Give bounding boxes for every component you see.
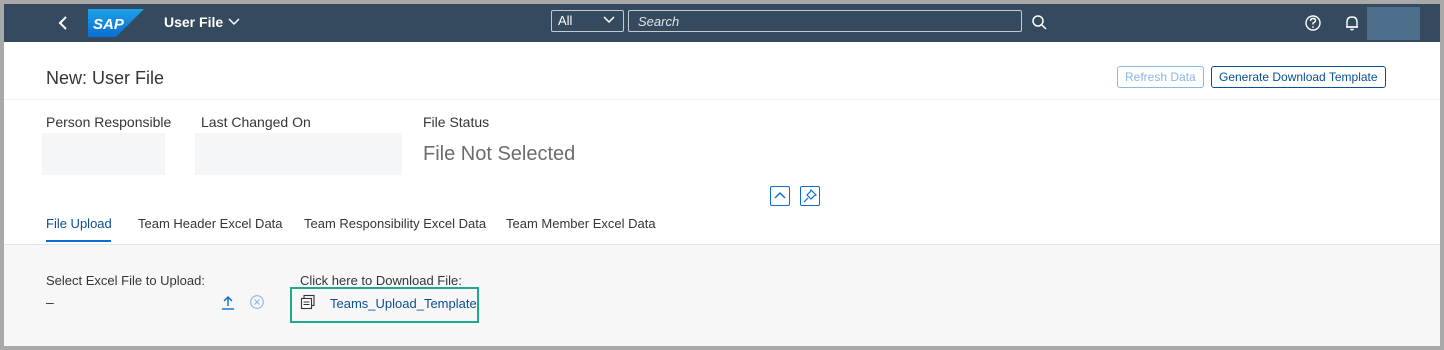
shell-bar: SAP User File All Search bbox=[4, 4, 1440, 42]
clear-icon[interactable] bbox=[249, 294, 265, 310]
select-file-label: Select Excel File to Upload: bbox=[46, 273, 205, 288]
bell-icon[interactable] bbox=[1342, 13, 1362, 33]
tab-team-member-excel-data[interactable]: Team Member Excel Data bbox=[506, 216, 656, 231]
selected-file-value: – bbox=[46, 294, 54, 310]
header-divider bbox=[4, 99, 1440, 100]
logo-text: SAP bbox=[93, 16, 125, 33]
active-tab-indicator bbox=[46, 240, 111, 242]
download-template-link[interactable]: Teams_Upload_Template bbox=[330, 296, 477, 311]
download-file-label: Click here to Download File: bbox=[300, 273, 462, 288]
last-changed-value bbox=[195, 133, 402, 175]
app-frame: SAP User File All Search New: User File … bbox=[4, 4, 1440, 346]
file-status-value: File Not Selected bbox=[423, 143, 576, 165]
pin-icon bbox=[803, 188, 818, 203]
upload-icon[interactable] bbox=[220, 294, 236, 310]
tab-file-upload[interactable]: File Upload bbox=[46, 216, 112, 231]
sap-logo[interactable]: SAP bbox=[88, 9, 144, 37]
collapse-icon bbox=[774, 192, 786, 199]
tab-team-responsibility-excel-data[interactable]: Team Responsibility Excel Data bbox=[304, 216, 486, 231]
refresh-data-button[interactable]: Refresh Data bbox=[1117, 66, 1204, 88]
avatar[interactable] bbox=[1367, 7, 1420, 40]
tab-team-header-excel-data[interactable]: Team Header Excel Data bbox=[138, 216, 283, 231]
search-input[interactable]: Search bbox=[628, 10, 1022, 32]
app-title-menu[interactable]: User File bbox=[164, 14, 240, 30]
pin-header-button[interactable] bbox=[800, 186, 820, 206]
page-title: New: User File bbox=[46, 68, 165, 88]
collapse-header-button[interactable] bbox=[770, 186, 790, 206]
back-icon[interactable] bbox=[54, 13, 74, 33]
help-icon[interactable] bbox=[1303, 13, 1323, 33]
search-icon[interactable] bbox=[1030, 13, 1050, 33]
file-status-label: File Status bbox=[423, 114, 490, 130]
search-scope-value: All bbox=[558, 13, 573, 28]
file-icon bbox=[300, 294, 316, 310]
search-placeholder: Search bbox=[638, 14, 680, 29]
person-responsible-value bbox=[42, 133, 165, 175]
search-scope-select[interactable]: All bbox=[551, 10, 624, 32]
generate-download-template-button[interactable]: Generate Download Template bbox=[1211, 66, 1386, 88]
person-responsible-label: Person Responsible bbox=[46, 114, 172, 130]
chevron-down-icon bbox=[228, 14, 240, 30]
last-changed-label: Last Changed On bbox=[201, 114, 311, 130]
chevron-down-icon bbox=[603, 14, 615, 29]
app-title: User File bbox=[164, 14, 224, 30]
